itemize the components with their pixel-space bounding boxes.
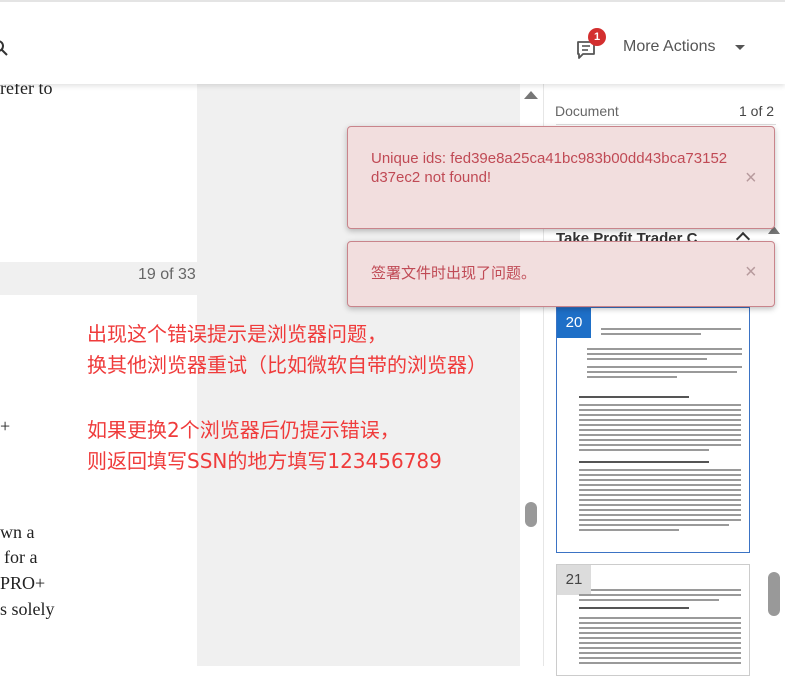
error-toast: 签署文件时出现了问题。 × <box>347 241 775 307</box>
scrollbar-thumb[interactable] <box>768 572 780 616</box>
page-counter: 19 of 33 <box>138 266 196 283</box>
page-thumbnail[interactable]: 20 <box>556 307 750 553</box>
close-icon[interactable]: × <box>745 262 757 282</box>
document-text-line: s solely <box>0 599 55 619</box>
scrollbar-thumb[interactable] <box>525 502 537 527</box>
annotation-text: 则返回填写SSN的地方填写123456789 <box>87 449 442 473</box>
document-count: 1 of 2 <box>739 103 775 119</box>
document-text-line: + <box>0 416 11 436</box>
document-label: Document <box>555 103 619 119</box>
toast-message: 签署文件时出现了问题。 <box>371 265 537 282</box>
notification-badge[interactable]: 1 <box>588 28 606 46</box>
document-text-line: wn a <box>0 522 35 542</box>
chevron-down-icon[interactable] <box>735 45 745 50</box>
scroll-up-arrow[interactable] <box>524 91 538 99</box>
page-thumbnail[interactable]: 21 <box>556 564 750 676</box>
divider <box>556 124 776 125</box>
annotation-text: 出现这个错误提示是浏览器问题， <box>87 322 387 346</box>
thumbnail-page-number: 20 <box>557 308 591 338</box>
more-actions-button[interactable]: More Actions <box>623 38 715 56</box>
thumbnail-page-number: 21 <box>557 565 591 595</box>
error-toast: Unique ids: fed39e8a25ca41bc983b00dd43bc… <box>347 126 775 229</box>
annotation-text: 换其他浏览器重试（比如微软自带的浏览器） <box>87 353 487 377</box>
document-text-line: for a <box>4 547 38 567</box>
search-icon[interactable] <box>0 40 8 56</box>
top-toolbar: 1 More Actions <box>0 0 785 84</box>
toast-message: Unique ids: fed39e8a25ca41bc983b00dd43bc… <box>371 150 728 186</box>
annotation-text: 如果更换2个浏览器后仍提示错误， <box>87 418 400 442</box>
close-icon[interactable]: × <box>745 168 757 188</box>
document-text-line: PRO+ <box>0 573 46 593</box>
